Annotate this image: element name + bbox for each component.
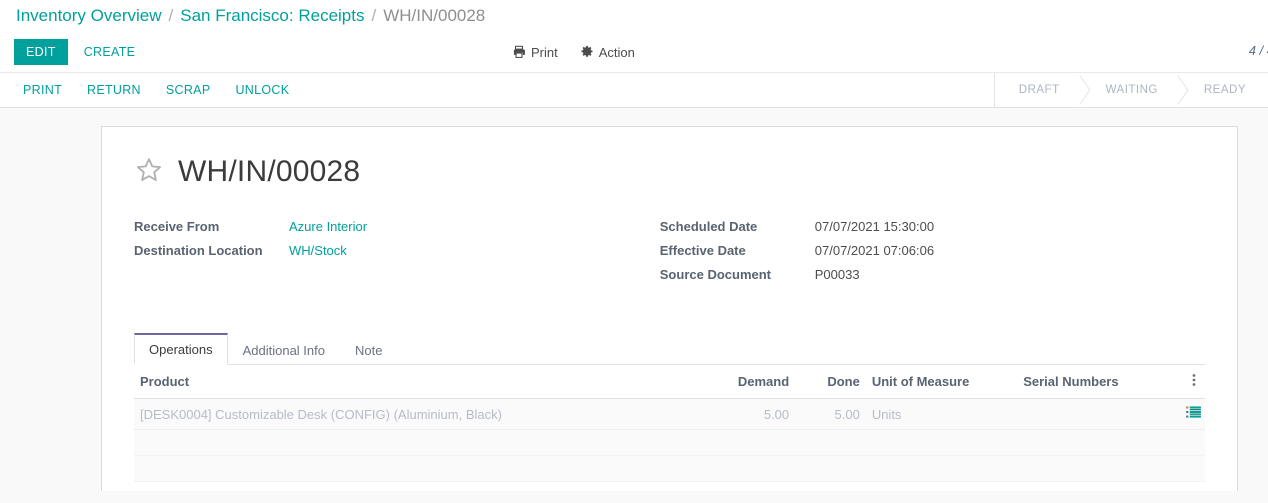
field-label-scheduled-date: Scheduled Date [659,219,758,234]
control-panel: EDIT CREATE Print Action 4 / 4 [0,32,1268,72]
table-empty-row [134,455,1205,482]
field-scheduled-date: Scheduled Date 07/07/2021 15:30:00 [660,219,1205,243]
tab-additional-info[interactable]: Additional Info [228,335,340,365]
status-pipeline: DRAFT WAITING READY [993,73,1268,107]
list-details-icon[interactable] [1186,406,1202,419]
form-column-left: Receive From Azure Interior Destination … [134,219,660,291]
tab-note[interactable]: Note [340,335,397,365]
sheet-container: WH/IN/00028 Receive From Azure Interior … [0,108,1268,491]
column-header-serial-numbers[interactable]: Serial Numbers [1017,365,1179,399]
cell-serial-numbers[interactable] [1017,398,1179,430]
cell-done[interactable]: 5.00 [795,398,866,430]
star-outline-icon[interactable] [134,156,164,188]
status-stage-ready[interactable]: READY [1180,73,1268,107]
statusbar: PRINT RETURN SCRAP UNLOCK DRAFT WAITING … [0,72,1268,108]
column-header-demand[interactable]: Demand [679,365,796,399]
control-panel-actions: Print Action [512,45,635,60]
empty-cell [134,429,1205,456]
tab-operations[interactable]: Operations [134,333,228,365]
page-title: WH/IN/00028 [178,155,361,188]
statusbar-button-return[interactable]: RETURN [78,77,150,103]
vertical-dots-icon [1192,373,1196,387]
field-label-effective-date: Effective Date [659,243,746,258]
printer-icon [512,45,526,59]
operations-table-body: [DESK0004] Customizable Desk (CONFIG) (A… [134,398,1205,482]
cell-product[interactable]: [DESK0004] Customizable Desk (CONFIG) (A… [134,398,680,430]
breadcrumb-item-current-record: WH/IN/00028 [383,6,486,25]
column-header-product[interactable]: Product [134,365,680,399]
print-menu-button[interactable]: Print [512,45,558,60]
breadcrumb: Inventory Overview / San Francisco: Rece… [0,0,1268,32]
field-value-effective-date: 07/07/2021 07:06:06 [814,243,935,258]
field-label-receive-from: Receive From [134,219,220,234]
form-column-right: Scheduled Date 07/07/2021 15:30:00 Effec… [660,219,1205,291]
field-source-document: Source Document P00033 [660,267,1205,291]
table-header-row: Product Demand Done Unit of Measure Seri… [134,365,1205,399]
print-menu-label: Print [531,44,558,60]
create-button[interactable]: CREATE [74,39,146,65]
field-label-source-document: Source Document [659,267,772,282]
edit-button[interactable]: EDIT [14,39,68,65]
operations-table: Product Demand Done Unit of Measure Seri… [134,365,1205,482]
field-receive-from: Receive From Azure Interior [134,219,660,243]
cell-detailed-operations[interactable] [1178,398,1205,430]
notebook-tabs: Operations Additional Info Note [134,333,1205,365]
field-destination-location: Destination Location WH/Stock [134,243,660,267]
form-sheet: WH/IN/00028 Receive From Azure Interior … [101,126,1238,491]
breadcrumb-item-san-francisco-receipts[interactable]: San Francisco: Receipts [180,6,364,26]
statusbar-button-unlock[interactable]: UNLOCK [226,77,298,103]
gear-icon [580,45,594,59]
table-row[interactable]: [DESK0004] Customizable Desk (CONFIG) (A… [134,398,1205,430]
action-menu-label: Action [598,44,635,60]
field-value-source-document: P00033 [814,267,860,282]
status-stage-waiting[interactable]: WAITING [1082,73,1180,107]
field-value-receive-from[interactable]: Azure Interior [289,219,367,234]
field-value-destination-location[interactable]: WH/Stock [289,243,347,258]
statusbar-button-print[interactable]: PRINT [14,77,71,103]
breadcrumb-separator: / [371,6,377,25]
form-fields: Receive From Azure Interior Destination … [134,219,1205,291]
record-header: WH/IN/00028 [134,155,1205,189]
optional-columns-dropdown[interactable] [1178,365,1205,399]
breadcrumb-separator: / [168,6,174,25]
status-stage-draft[interactable]: DRAFT [995,73,1082,107]
field-effective-date: Effective Date 07/07/2021 07:06:06 [660,243,1205,267]
column-header-done[interactable]: Done [795,365,866,399]
column-header-unit-of-measure[interactable]: Unit of Measure [865,365,1018,399]
field-value-scheduled-date: 07/07/2021 15:30:00 [814,219,935,234]
cell-demand[interactable]: 5.00 [679,398,796,430]
action-menu-button[interactable]: Action [580,45,635,60]
notebook: Operations Additional Info Note Product … [134,333,1205,482]
field-label-destination-location: Destination Location [134,243,263,258]
statusbar-button-scrap[interactable]: SCRAP [157,77,220,103]
breadcrumb-item-inventory-overview[interactable]: Inventory Overview [16,6,162,26]
operations-table-head: Product Demand Done Unit of Measure Seri… [134,365,1205,399]
record-pager[interactable]: 4 / 4 [1249,43,1268,58]
table-empty-row [134,429,1205,456]
empty-cell [134,455,1205,482]
cell-unit-of-measure[interactable]: Units [865,398,1018,430]
